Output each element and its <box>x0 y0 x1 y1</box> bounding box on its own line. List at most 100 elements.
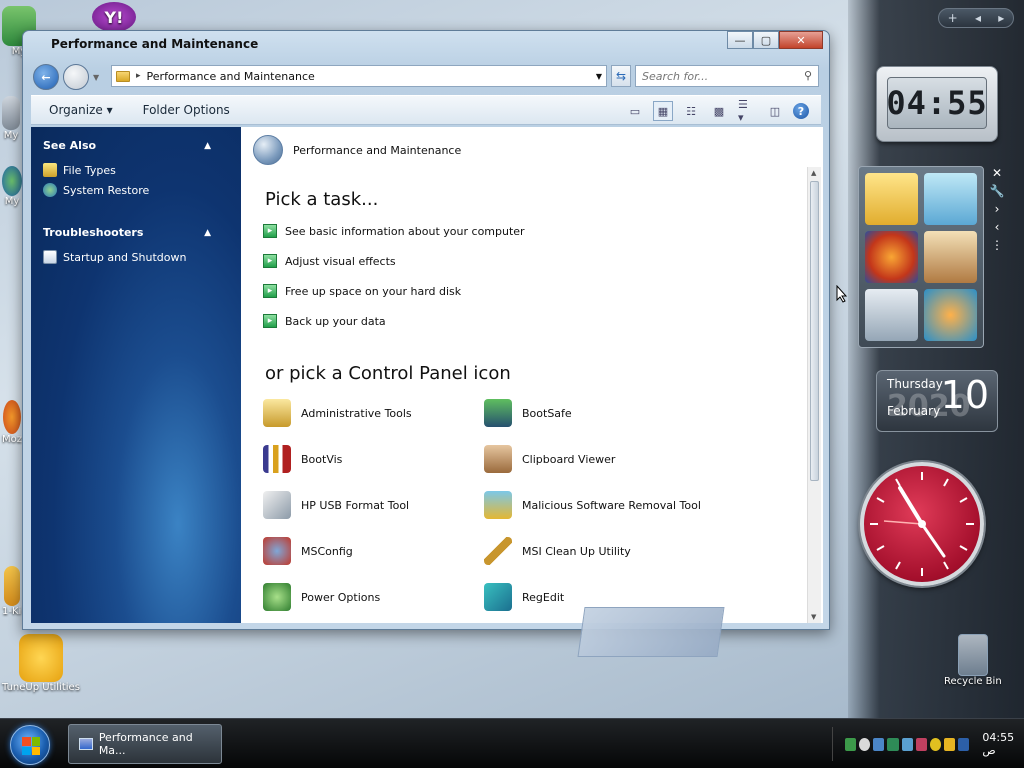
desktop-icon-recycle-bin[interactable]: Recycle Bin <box>944 634 1002 687</box>
grip-icon[interactable]: ⋮ <box>991 238 1003 252</box>
mouse-cursor-icon <box>836 285 848 303</box>
desktop-icon-my-computer[interactable]: My <box>2 96 20 141</box>
help-icon[interactable]: ? <box>793 103 809 119</box>
link-file-types[interactable]: File Types <box>43 163 116 177</box>
system-restore-icon <box>43 183 57 197</box>
chevron-right-icon[interactable]: › <box>995 202 1000 216</box>
calendar-date: 10 <box>940 373 989 417</box>
desktop-icon-1-ki[interactable]: 1-Ki <box>2 566 21 617</box>
desktop-icon-label: My <box>3 130 19 141</box>
messenger-icon[interactable] <box>944 737 956 751</box>
address-bar[interactable]: ▸ Performance and Maintenance ▼ <box>111 65 607 87</box>
cp-administrative-tools[interactable]: Administrative Tools <box>263 399 412 427</box>
forward-button[interactable] <box>63 64 89 90</box>
regedit-icon <box>484 583 512 611</box>
task-link[interactable]: ▸ Back up your data <box>263 314 386 328</box>
content-area: Performance and Maintenance Pick a task.… <box>241 127 823 657</box>
tray-clock[interactable]: 04:55 ص <box>982 731 1024 757</box>
close-button[interactable]: ✕ <box>779 31 823 49</box>
link-startup-shutdown[interactable]: Startup and Shutdown <box>43 250 186 264</box>
cp-msconfig[interactable]: MSConfig <box>263 537 353 565</box>
refresh-button[interactable]: ⇆ <box>611 65 631 87</box>
command-bar: Organize ▾ Folder Options ▭ ▦ ☷ ▩ ☰ ▾ ◫ … <box>31 95 821 125</box>
search-icon[interactable]: ⚲ <box>804 69 812 82</box>
pick-task-heading: Pick a task... <box>265 189 379 210</box>
skype-icon[interactable] <box>929 737 942 751</box>
usb-drive-icon <box>263 491 291 519</box>
task-icon: ▸ <box>263 254 277 268</box>
recycle-bin-icon <box>957 634 988 676</box>
control-panel-icon <box>79 738 93 750</box>
performance-icon <box>253 135 283 165</box>
add-gadget-button[interactable]: + <box>948 11 958 25</box>
chevron-left-icon[interactable]: ‹ <box>995 220 1000 234</box>
admin-tools-icon <box>263 399 291 427</box>
task-link[interactable]: ▸ See basic information about your comput… <box>263 224 525 238</box>
cp-power-options[interactable]: Power Options <box>263 583 380 611</box>
desktop-icon-yahoo[interactable]: Y! <box>92 2 136 32</box>
close-icon[interactable]: ✕ <box>992 166 1002 180</box>
scrollbar-thumb[interactable] <box>810 181 819 481</box>
desktop-icon-mozilla[interactable]: Moz <box>2 400 22 445</box>
history-dropdown-icon[interactable]: ▼ <box>93 73 99 82</box>
cp-clipboard-viewer[interactable]: Clipboard Viewer <box>484 445 615 473</box>
cp-regedit[interactable]: RegEdit <box>484 583 564 611</box>
link-system-restore[interactable]: System Restore <box>43 183 149 197</box>
calculator-icon <box>865 289 918 341</box>
flag-icon[interactable] <box>958 737 970 751</box>
desktop-icon-label: Recycle Bin <box>944 676 1002 687</box>
view-tiles-icon[interactable]: ▭ <box>625 101 645 121</box>
connection-icon[interactable] <box>901 737 913 751</box>
dragged-window-ghost <box>577 607 725 657</box>
chevron-down-icon[interactable]: ▼ <box>596 72 602 81</box>
wrench-icon[interactable]: 🔧 <box>990 184 1005 198</box>
app-tray-icon[interactable] <box>915 737 927 751</box>
volume-icon[interactable] <box>859 737 871 751</box>
task-link[interactable]: ▸ Free up space on your hard disk <box>263 284 461 298</box>
clipboard-icon <box>484 445 512 473</box>
start-button[interactable] <box>10 725 50 765</box>
prev-gadget-button[interactable]: ◂ <box>975 11 981 25</box>
breadcrumb-item[interactable]: Performance and Maintenance <box>147 70 315 83</box>
folder-options-button[interactable]: Folder Options <box>143 103 230 117</box>
digital-clock-gadget[interactable]: 04:55 <box>876 66 998 142</box>
next-gadget-button[interactable]: ▸ <box>998 11 1004 25</box>
monitor-icon[interactable] <box>873 737 885 751</box>
security-icon[interactable] <box>887 737 899 751</box>
back-button[interactable]: ← <box>33 64 59 90</box>
calendar-gadget[interactable]: 2020 Thursday February 10 <box>876 370 998 432</box>
window-titlebar[interactable]: Performance and Maintenance — ▢ ✕ <box>23 31 829 59</box>
view-thumbnails-icon[interactable]: ▩ <box>709 101 729 121</box>
view-details-icon[interactable]: ☰ ▾ <box>737 98 757 124</box>
cp-msi-clean-up[interactable]: MSI Clean Up Utility <box>484 537 631 565</box>
slideshow-gadget[interactable] <box>858 166 984 348</box>
view-list-icon[interactable]: ☷ <box>681 101 701 121</box>
collapse-icon[interactable]: ▲ <box>204 141 211 151</box>
cp-bootvis[interactable]: BootVis <box>263 445 342 473</box>
breadcrumb-separator-icon[interactable]: ▸ <box>136 71 141 81</box>
scroll-down-icon[interactable]: ▼ <box>811 613 816 621</box>
cp-hp-usb-format-tool[interactable]: HP USB Format Tool <box>263 491 409 519</box>
vertical-scrollbar[interactable]: ▲ ▼ <box>807 167 821 623</box>
organize-menu[interactable]: Organize ▾ <box>49 103 113 117</box>
control-panel-window: Performance and Maintenance — ▢ ✕ ← ▼ ▸ … <box>22 30 830 657</box>
network-icon[interactable] <box>845 737 857 751</box>
scroll-up-icon[interactable]: ▲ <box>811 169 816 177</box>
pick-icon-heading: or pick a Control Panel icon <box>265 363 511 384</box>
preview-pane-icon[interactable]: ◫ <box>765 101 785 121</box>
task-link[interactable]: ▸ Adjust visual effects <box>263 254 396 268</box>
desktop-icon-my-network[interactable]: My <box>2 166 22 207</box>
search-input[interactable]: Search for... ⚲ <box>635 65 819 87</box>
view-icons-icon[interactable]: ▦ <box>653 101 673 121</box>
maximize-button[interactable]: ▢ <box>753 31 779 49</box>
task-icon: ▸ <box>263 224 277 238</box>
desktop-icon-tuneup[interactable]: TuneUp Utilities <box>2 634 80 693</box>
cp-bootsafe[interactable]: BootSafe <box>484 399 572 427</box>
analog-clock-gadget[interactable] <box>860 462 984 586</box>
calendar-day: Thursday <box>887 377 943 391</box>
collapse-icon[interactable]: ▲ <box>204 228 211 238</box>
taskbar-item-control-panel[interactable]: Performance and Ma... <box>68 724 222 764</box>
minimize-button[interactable]: — <box>727 31 753 49</box>
taskbar: Performance and Ma... 04:55 ص <box>0 718 1024 768</box>
cp-malicious-software-removal[interactable]: Malicious Software Removal Tool <box>484 491 701 519</box>
